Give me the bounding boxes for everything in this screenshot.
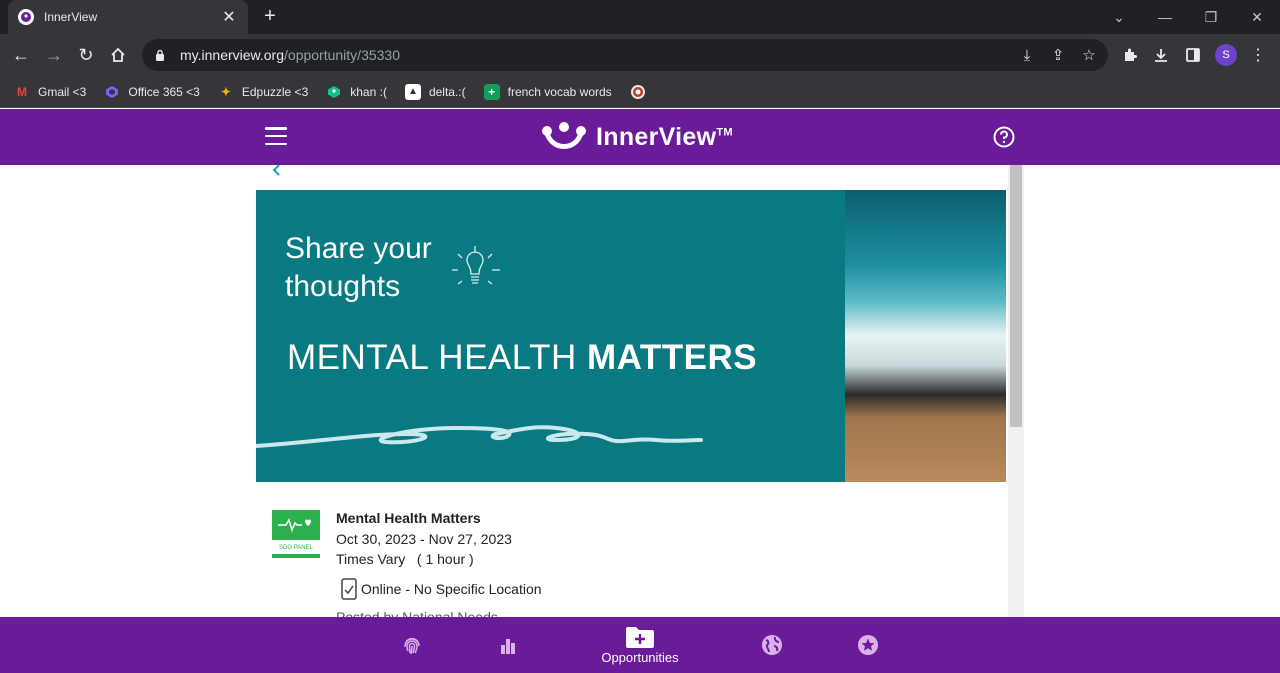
bookmark-unlabeled[interactable] (630, 84, 654, 100)
window-controls: ⌄ — ❐ ✕ (1096, 0, 1280, 34)
bookmark-label: Office 365 <3 (128, 84, 200, 99)
new-tab-button[interactable]: + (258, 4, 282, 28)
back-icon[interactable]: ← (8, 42, 34, 68)
bookmark-label: french vocab words (507, 84, 612, 99)
opportunity-banner: Share your thoughts MENTAL HEALTH MATTER… (256, 190, 1006, 482)
reload-icon[interactable]: ↻ (73, 42, 99, 68)
delta-icon: ▲ (404, 83, 421, 100)
extensions-icon[interactable] (1117, 42, 1143, 68)
khan-icon (326, 84, 342, 100)
menu-icon[interactable] (265, 127, 287, 145)
bookmarks-bar: M Gmail <3 Office 365 <3 ✦ Edpuzzle <3 k… (0, 76, 1280, 108)
more-menu-icon[interactable]: ⋮ (1245, 42, 1271, 68)
tab-search-icon[interactable]: ⌄ (1096, 0, 1142, 34)
help-icon[interactable] (993, 126, 1015, 148)
bookmark-star-icon[interactable]: ☆ (1080, 46, 1098, 64)
mobile-check-icon (341, 578, 357, 600)
install-app-icon[interactable]: ⤓ (1018, 46, 1036, 64)
banner-subhead: MENTAL HEALTH MATTERS (287, 338, 758, 377)
innerview-favicon-icon (18, 9, 34, 25)
tab-close-icon[interactable]: ✕ (220, 7, 238, 27)
edpuzzle-icon: ✦ (220, 84, 231, 99)
url-text: my.innerview.org/opportunity/35330 (180, 47, 400, 63)
opportunity-title: Mental Health Matters (336, 510, 481, 526)
add-folder-icon (626, 626, 654, 648)
bottom-nav-stats[interactable] (495, 617, 521, 673)
bookmark-label: Edpuzzle <3 (241, 84, 309, 99)
sdg-panel-badge: SDG PANEL (272, 510, 320, 558)
downloads-icon[interactable] (1148, 42, 1174, 68)
address-bar[interactable]: my.innerview.org/opportunity/35330 ⤓ ⇪ ☆ (142, 39, 1108, 71)
bookmark-edpuzzle[interactable]: ✦ Edpuzzle <3 (218, 84, 308, 100)
wave-decoration (256, 425, 703, 448)
bottom-nav-label: Opportunities (601, 649, 679, 665)
bottom-navigation: Opportunities (0, 617, 1280, 673)
bar-chart-icon (501, 639, 515, 654)
bottom-nav-opportunities[interactable]: Opportunities (590, 617, 690, 673)
lock-icon[interactable] (154, 48, 166, 62)
back-chevron-icon[interactable] (270, 162, 284, 178)
bookmark-gmail[interactable]: M Gmail <3 (14, 84, 86, 100)
tab-title: InnerView (44, 10, 98, 24)
restore-button[interactable]: ❐ (1188, 0, 1234, 34)
browser-toolbar: ← → ↻ my.innerview.org/opportunity/35330… (0, 34, 1280, 76)
bottom-nav-explore[interactable] (760, 617, 784, 673)
bottom-nav-achievements[interactable] (856, 617, 880, 673)
brand-name: InnerViewTM (596, 122, 733, 151)
fingerprint-icon (404, 637, 420, 655)
innerview-logo[interactable]: InnerViewTM (540, 119, 733, 155)
browser-tab[interactable]: InnerView ✕ (8, 0, 248, 34)
ocean-shore-photo (845, 190, 1006, 482)
seal-icon (630, 84, 646, 100)
opportunity-dates: Oct 30, 2023 - Nov 27, 2023 (336, 531, 512, 547)
opportunity-times: Times Vary ( 1 hour ) (336, 551, 474, 567)
page-scrollbar[interactable] (1008, 165, 1024, 617)
home-icon[interactable] (105, 42, 131, 68)
side-panel-icon[interactable] (1180, 42, 1206, 68)
bookmark-french-vocab[interactable]: + french vocab words (483, 83, 612, 100)
profile-avatar[interactable]: S (1215, 44, 1237, 66)
sheets-icon: + (483, 83, 500, 100)
share-icon[interactable]: ⇪ (1049, 46, 1067, 64)
location-text: Online - No Specific Location (361, 581, 542, 597)
bookmark-label: delta.:( (428, 84, 466, 99)
bookmark-office[interactable]: Office 365 <3 (104, 84, 200, 100)
app-header: InnerViewTM (0, 109, 1280, 165)
opportunity-location: Online - No Specific Location (340, 578, 542, 600)
bottom-nav-profile[interactable] (398, 617, 426, 673)
forward-icon[interactable]: → (41, 42, 67, 68)
innerview-logo-mark-icon (542, 122, 586, 149)
svg-text:SDG PANEL: SDG PANEL (279, 545, 314, 551)
star-icon (858, 635, 878, 655)
banner-headline: Share your thoughts (285, 232, 432, 303)
office-icon (104, 84, 120, 100)
close-window-button[interactable]: ✕ (1234, 0, 1280, 34)
scrollbar-thumb[interactable] (1010, 165, 1022, 427)
globe-icon (762, 635, 782, 655)
gmail-icon: M (17, 84, 27, 99)
browser-titlebar: InnerView ✕ + ⌄ — ❐ ✕ (0, 0, 1280, 34)
bookmark-label: khan :( (350, 84, 387, 99)
minimize-button[interactable]: — (1142, 0, 1188, 34)
bookmark-label: Gmail <3 (38, 84, 87, 99)
lightbulb-icon (452, 246, 500, 285)
bookmark-khan[interactable]: khan :( (326, 84, 387, 100)
bookmark-delta[interactable]: ▲ delta.:( (404, 83, 466, 100)
